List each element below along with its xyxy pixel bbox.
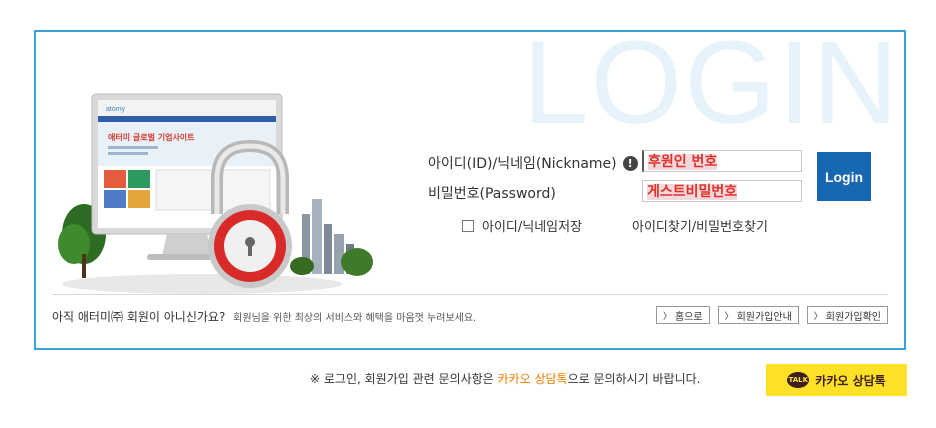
footer-buttons: 〉 홈으로 〉 회원가입안내 〉 회원가입확인 [655,306,888,324]
notice-suffix: 으로 문의하시기 바랍니다. [567,372,701,386]
password-input[interactable]: 게스트비밀번호 [642,180,802,202]
chevron-right-icon: 〉 [813,311,823,322]
home-button[interactable]: 〉 홈으로 [655,306,710,324]
home-button-label: 홈으로 [674,311,703,323]
city-icon [290,199,373,276]
save-id-row[interactable]: 아이디/닉네임저장 [462,216,582,235]
chevron-right-icon: 〉 [724,311,734,322]
signup-guide-label: 회원가입안내 [736,311,792,323]
pw-label-row: 비밀번호(Password) [428,183,556,203]
kakao-talk-icon: TALK [787,372,810,388]
login-watermark-title: LOGIN [522,30,900,149]
signup-prompt: 아직 애터미㈜ 회원이 아니신가요? 회원님을 위한 최상의 서비스와 혜택을 … [52,308,476,325]
login-form: 아이디(ID)/닉네임(Nickname) ! 후원인 번호 비밀번호(Pass… [428,150,898,270]
login-illustration: atomy 애터미 글로벌 기업사이트 [58,93,373,294]
find-id-password-link[interactable]: 아이디찾기/비밀번호찾기 [632,216,768,235]
signup-prompt-sub: 회원님을 위한 최상의 서비스와 혜택을 마음껏 누려보세요. [233,313,477,324]
chevron-right-icon: 〉 [662,311,672,322]
help-icon[interactable]: ! [622,155,638,171]
support-notice: ※ 로그인, 회원가입 관련 문의사항은 카카오 상담톡으로 문의하시기 바랍니… [310,370,700,387]
id-input-value: 후원인 번호 [648,154,718,170]
notice-prefix: ※ 로그인, 회원가입 관련 문의사항은 [310,372,498,386]
kakao-talk-button[interactable]: TALK 카카오 상담톡 [766,364,907,396]
password-input-value: 게스트비밀번호 [647,184,738,200]
id-label: 아이디(ID)/닉네임(Nickname) [428,156,617,172]
login-button[interactable]: Login [817,152,871,201]
login-panel: LOGIN atomy 애터미 글로벌 기업사이트 아이디(ID)/닉네임(Ni… [34,30,906,350]
save-id-checkbox[interactable] [462,219,474,232]
signup-guide-button[interactable]: 〉 회원가입안내 [717,306,799,324]
kakao-talk-label: 카카오 상담톡 [815,373,886,388]
signup-check-button[interactable]: 〉 회원가입확인 [806,306,888,324]
signup-check-label: 회원가입확인 [825,311,881,323]
divider [52,294,888,295]
save-id-label: 아이디/닉네임저장 [482,220,583,235]
site-title-text: 애터미 글로벌 기업사이트 [108,132,195,142]
site-logo-text: atomy [106,106,126,113]
password-label: 비밀번호(Password) [428,186,556,202]
signup-prompt-main: 아직 애터미㈜ 회원이 아니신가요? [52,310,226,324]
notice-highlight: 카카오 상담톡 [497,372,568,386]
id-input[interactable]: 후원인 번호 [642,150,802,172]
id-label-row: 아이디(ID)/닉네임(Nickname) ! [428,153,638,173]
